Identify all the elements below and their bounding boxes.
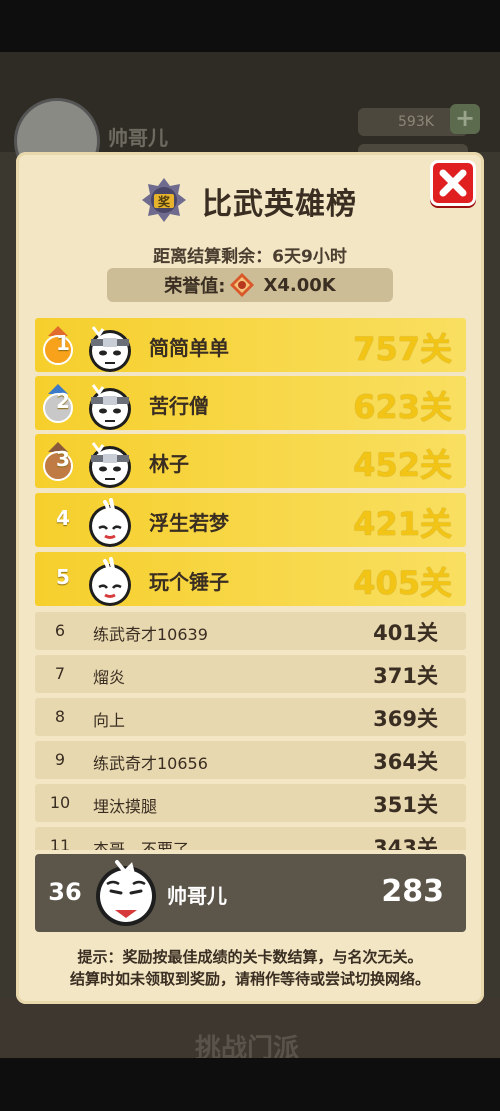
player-avatar [89, 326, 131, 372]
top-ranking-row: 5 玩个锤子 405关 [35, 552, 466, 606]
player-name: 向上 [93, 711, 126, 730]
player-name: 练武奇才10656 [93, 754, 208, 773]
player-score: 452关 [353, 446, 452, 484]
player-score: 369关 [373, 707, 438, 731]
top-ranking-row: 2 苦行僧 623关 [35, 376, 466, 430]
rank-number: 6 [54, 621, 66, 640]
player-score: 371关 [373, 664, 438, 688]
modal-title: 比武英雄榜 [202, 187, 357, 222]
my-ranking-row: 36 帅哥儿 283 [35, 854, 466, 932]
player-name: 练武奇才10639 [93, 625, 208, 644]
player-score: 623关 [353, 388, 452, 426]
rank-number: 3 [56, 447, 70, 471]
top-ranking-row: 1 简简单单 757关 [35, 318, 466, 372]
player-name: 帅哥儿 [108, 126, 168, 150]
rank-number: 2 [56, 389, 70, 413]
tips-text: 提示：奖励按最佳成绩的关卡数结算，与名次无关。 结算时如未领取到奖励，请稍作等待… [16, 946, 484, 990]
player-score: 343关 [373, 836, 438, 850]
honor-token-icon [230, 273, 255, 297]
badge-char: 奖 [158, 194, 171, 209]
player-score: 757关 [353, 330, 452, 368]
tip-line: 提示：奖励按最佳成绩的关卡数结算，与名次无关。 [77, 948, 423, 966]
close-icon [439, 169, 467, 197]
challenge-sect-tab[interactable]: 挑战门派 [195, 1028, 299, 1058]
player-name: 苦行僧 [149, 394, 209, 418]
ranking-row: 6 练武奇才10639 401关 [35, 612, 466, 650]
my-score: 283 [381, 874, 444, 909]
rank-number: 4 [56, 506, 70, 530]
player-score: 351关 [373, 793, 438, 817]
rank-number: 11 [49, 836, 71, 850]
modal-header: 奖 比武英雄榜 [140, 176, 357, 226]
my-avatar [96, 860, 156, 926]
ranking-row: 7 熘炎 371关 [35, 655, 466, 693]
player-name: 熘炎 [93, 668, 126, 687]
top-ranking-row: 4 浮生若梦 421关 [35, 493, 466, 547]
close-button[interactable] [430, 160, 476, 206]
rank-number: 5 [56, 565, 70, 589]
rank-number: 8 [54, 707, 66, 726]
player-name: 林子 [149, 452, 189, 476]
player-avatar [89, 442, 131, 488]
rank-number: 7 [54, 664, 66, 683]
my-rank: 36 [48, 878, 82, 906]
player-score: 364关 [373, 750, 438, 774]
player-name: 玩个锤子 [149, 570, 229, 594]
ranking-list[interactable]: 6 练武奇才10639 401关 7 熘炎 371关 8 向上 369关 9 练… [35, 612, 466, 850]
player-score: 401关 [373, 621, 438, 645]
ranking-row: 9 练武奇才10656 364关 [35, 741, 466, 779]
ranking-row: 11 杰哥，不要了 343关 [35, 827, 466, 850]
add-coins-button[interactable]: + [450, 104, 480, 134]
honor-value-bar: 荣誉值: X4.00K [107, 268, 393, 302]
honor-value: X4.00K [263, 274, 336, 296]
player-score: 421关 [353, 505, 452, 543]
player-name: 简简单单 [149, 336, 229, 360]
rank-number: 10 [49, 793, 71, 812]
player-score: 405关 [353, 564, 452, 602]
player-avatar [89, 557, 131, 606]
player-name: 浮生若梦 [149, 511, 229, 535]
rank-number: 9 [54, 750, 66, 769]
player-name: 埋汰摸腿 [93, 797, 158, 816]
ranking-row: 10 埋汰摸腿 351关 [35, 784, 466, 822]
rank-number: 1 [56, 331, 70, 355]
player-avatar [89, 498, 131, 547]
award-badge-icon: 奖 [140, 176, 188, 226]
honor-label: 荣誉值: [164, 276, 226, 297]
my-name: 帅哥儿 [167, 884, 227, 908]
tip-line: 结算时如未领取到奖励，请稍作等待或尝试切换网络。 [69, 970, 430, 988]
ranking-row: 8 向上 369关 [35, 698, 466, 736]
top-ranking-row: 3 林子 452关 [35, 434, 466, 488]
settlement-countdown: 距离结算剩余：6天9小时 [153, 247, 347, 267]
player-name: 杰哥，不要了 [93, 840, 190, 850]
player-avatar [89, 384, 131, 430]
